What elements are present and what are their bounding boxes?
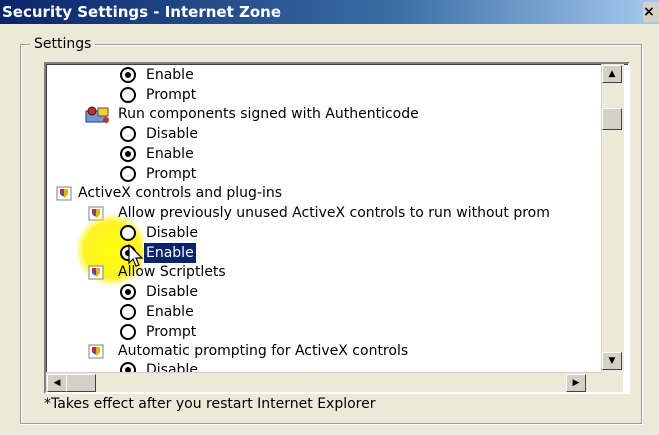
radio-button[interactable] bbox=[120, 225, 136, 241]
settings-tree-list[interactable]: Enable Prompt Run components signed with… bbox=[44, 62, 630, 394]
list-item[interactable]: Prompt bbox=[118, 164, 418, 184]
radio-button[interactable] bbox=[120, 324, 136, 340]
option-label: Disable bbox=[146, 284, 198, 300]
scroll-left-button[interactable]: ◀ bbox=[47, 374, 67, 392]
setting-label: Automatic prompting for ActiveX controls bbox=[118, 343, 409, 359]
list-item[interactable]: Disable bbox=[118, 124, 418, 144]
settings-group-label: Settings bbox=[30, 36, 96, 52]
activex-settings-icon bbox=[88, 344, 104, 359]
radio-button[interactable] bbox=[120, 166, 136, 182]
list-item[interactable]: Disable bbox=[118, 282, 418, 302]
option-label: Prompt bbox=[146, 324, 197, 340]
vertical-scroll-thumb[interactable] bbox=[602, 108, 622, 130]
title-bar: Security Settings - Internet Zone × bbox=[0, 0, 659, 24]
radio-button[interactable] bbox=[120, 126, 136, 142]
category-label: ActiveX controls and plug-ins bbox=[78, 185, 283, 201]
horizontal-scroll-thumb[interactable] bbox=[66, 374, 96, 392]
activex-settings-icon bbox=[56, 186, 72, 201]
restart-footnote: *Takes effect after you restart Internet… bbox=[44, 396, 376, 412]
settings-rows: Enable Prompt Run components signed with… bbox=[46, 64, 601, 372]
scrollbar-corner bbox=[601, 372, 623, 392]
window-title: Security Settings - Internet Zone bbox=[2, 3, 282, 21]
certificate-icon bbox=[85, 106, 109, 123]
setting-label: Run components signed with Authenticode bbox=[118, 106, 419, 122]
option-label: Prompt bbox=[146, 166, 197, 182]
radio-button-checked[interactable] bbox=[120, 146, 136, 162]
list-item[interactable]: Disable bbox=[118, 223, 418, 243]
list-item[interactable]: Prompt bbox=[118, 322, 418, 342]
list-item[interactable]: Enable bbox=[118, 144, 418, 164]
list-item[interactable]: Enable bbox=[118, 65, 418, 85]
option-label: Disable bbox=[146, 225, 198, 241]
option-label: Enable bbox=[146, 67, 194, 83]
radio-button-checked[interactable] bbox=[120, 362, 136, 372]
list-item[interactable]: Allow Scriptlets bbox=[88, 262, 598, 282]
list-item[interactable]: Run components signed with Authenticode bbox=[84, 104, 594, 124]
mouse-pointer-icon bbox=[128, 244, 144, 267]
option-label: Enable bbox=[146, 304, 194, 320]
option-label: Prompt bbox=[146, 87, 197, 103]
list-item[interactable]: Disable bbox=[118, 360, 418, 372]
radio-button[interactable] bbox=[120, 304, 136, 320]
list-item[interactable]: Enable bbox=[118, 242, 418, 264]
option-label: Enable bbox=[146, 146, 194, 162]
option-label: Disable bbox=[146, 126, 198, 142]
activex-settings-icon bbox=[88, 265, 104, 280]
selected-option-label: Enable bbox=[143, 242, 197, 264]
radio-button-checked[interactable] bbox=[120, 67, 136, 83]
list-item[interactable]: ActiveX controls and plug-ins bbox=[56, 183, 596, 203]
scroll-down-button[interactable]: ▼ bbox=[602, 352, 622, 370]
horizontal-scrollbar[interactable]: ◀ ▶ bbox=[46, 372, 601, 392]
scroll-up-button[interactable]: ▲ bbox=[602, 65, 622, 83]
radio-button-checked[interactable] bbox=[120, 284, 136, 300]
list-item[interactable]: Allow previously unused ActiveX controls… bbox=[88, 203, 598, 223]
scroll-right-button[interactable]: ▶ bbox=[566, 374, 586, 392]
radio-button[interactable] bbox=[120, 87, 136, 103]
list-item[interactable]: Enable bbox=[118, 302, 418, 322]
list-item[interactable]: Automatic prompting for ActiveX controls bbox=[88, 341, 598, 361]
vertical-scrollbar[interactable]: ▲ ▼ bbox=[601, 64, 624, 372]
list-item[interactable]: Prompt bbox=[118, 85, 418, 105]
option-label: Disable bbox=[146, 362, 198, 372]
close-button[interactable]: × bbox=[643, 2, 659, 22]
setting-label: Allow previously unused ActiveX controls… bbox=[118, 205, 550, 221]
